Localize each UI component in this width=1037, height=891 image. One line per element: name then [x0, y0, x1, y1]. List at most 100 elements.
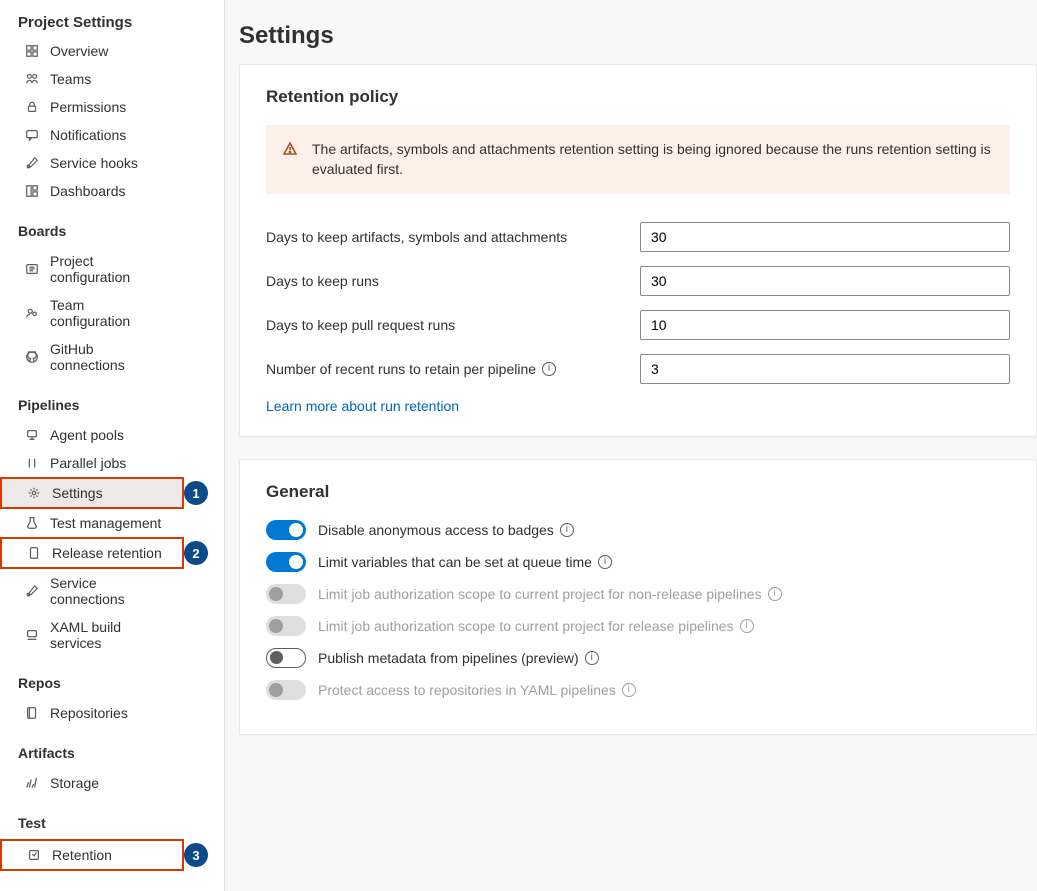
sidebar-item-retention[interactable]: Retention — [0, 839, 184, 871]
sidebar-item-release-retention[interactable]: Release retention — [0, 537, 184, 569]
test-icon — [24, 515, 40, 531]
toggle-label-text: Limit variables that can be set at queue… — [318, 554, 592, 570]
sidebar-item-label: GitHub connections — [50, 341, 166, 373]
toggle-label: Limit job authorization scope to current… — [318, 618, 754, 634]
toggle-label-text: Publish metadata from pipelines (preview… — [318, 650, 579, 666]
toggle-switch[interactable] — [266, 552, 306, 572]
sidebar-item-label: Overview — [50, 43, 108, 59]
sidebar-item-agent-pools[interactable]: Agent pools — [0, 421, 184, 449]
retention-label: Days to keep artifacts, symbols and atta… — [266, 229, 640, 245]
comment-icon — [24, 127, 40, 143]
sidebar-item-label: Dashboards — [50, 183, 126, 199]
info-icon[interactable]: i — [740, 619, 754, 633]
sidebar-item-teams[interactable]: Teams — [0, 65, 184, 93]
sidebar-item-service-hooks[interactable]: Service hooks — [0, 149, 184, 177]
sidebar-item-label: Test management — [50, 515, 161, 531]
sidebar-item-team-configuration[interactable]: Team configuration — [0, 291, 184, 335]
toggle-switch — [266, 680, 306, 700]
sidebar-item-permissions[interactable]: Permissions — [0, 93, 184, 121]
sidebar-item-service-connections[interactable]: Service connections — [0, 569, 184, 613]
toggle-row: Protect access to repositories in YAML p… — [266, 680, 1010, 700]
main-content: Settings Retention policy The artifacts,… — [225, 0, 1037, 891]
section-repos: Repos — [0, 657, 224, 699]
sidebar-item-overview[interactable]: Overview — [0, 37, 184, 65]
sidebar-item-label: Notifications — [50, 127, 126, 143]
tasks-icon — [24, 261, 40, 277]
github-icon — [24, 349, 40, 365]
retention-card: Retention policy The artifacts, symbols … — [239, 64, 1037, 437]
retention-label: Number of recent runs to retain per pipe… — [266, 361, 640, 377]
sidebar-item-parallel-jobs[interactable]: Parallel jobs — [0, 449, 184, 477]
callout-badge: 1 — [184, 481, 208, 505]
retention-input[interactable] — [640, 266, 1010, 296]
retention-row: Days to keep runs — [266, 266, 1010, 296]
sidebar-item-repositories[interactable]: Repositories — [0, 699, 184, 727]
retention-label: Days to keep pull request runs — [266, 317, 640, 333]
retention-row: Days to keep artifacts, symbols and atta… — [266, 222, 1010, 252]
retention-title: Retention policy — [266, 87, 1010, 107]
retention-icon — [26, 847, 42, 863]
parallel-icon — [24, 455, 40, 471]
alert-text: The artifacts, symbols and attachments r… — [312, 139, 994, 180]
sidebar-item-github-connections[interactable]: GitHub connections — [0, 335, 184, 379]
sidebar-item-label: Teams — [50, 71, 91, 87]
info-icon[interactable]: i — [768, 587, 782, 601]
toggle-row: Limit job authorization scope to current… — [266, 584, 1010, 604]
sidebar-item-settings[interactable]: Settings — [0, 477, 184, 509]
toggle-switch[interactable] — [266, 520, 306, 540]
toggle-label: Limit variables that can be set at queue… — [318, 554, 612, 570]
retention-input[interactable] — [640, 222, 1010, 252]
info-icon[interactable]: i — [585, 651, 599, 665]
agent-icon — [24, 427, 40, 443]
toggle-label: Limit job authorization scope to current… — [318, 586, 782, 602]
sidebar-item-storage[interactable]: Storage — [0, 769, 184, 797]
retention-input[interactable] — [640, 354, 1010, 384]
hook-icon — [24, 583, 40, 599]
sidebar-item-label: Settings — [52, 485, 103, 501]
sidebar-item-project-configuration[interactable]: Project configuration — [0, 247, 184, 291]
info-icon[interactable]: i — [560, 523, 574, 537]
gear-icon — [26, 485, 42, 501]
retention-input[interactable] — [640, 310, 1010, 340]
section-test: Test — [0, 797, 224, 839]
toggle-label-text: Protect access to repositories in YAML p… — [318, 682, 616, 698]
toggle-switch — [266, 616, 306, 636]
sidebar-item-xaml-build-services[interactable]: XAML build services — [0, 613, 184, 657]
general-card: General Disable anonymous access to badg… — [239, 459, 1037, 735]
retention-label-text: Number of recent runs to retain per pipe… — [266, 361, 536, 377]
toggle-row: Limit job authorization scope to current… — [266, 616, 1010, 636]
callout-badge: 3 — [184, 843, 208, 867]
toggle-row: Disable anonymous access to badgesi — [266, 520, 1010, 540]
section-artifacts: Artifacts — [0, 727, 224, 769]
sidebar-item-test-management[interactable]: Test management — [0, 509, 184, 537]
overview-icon — [24, 43, 40, 59]
sidebar-item-dashboards[interactable]: Dashboards — [0, 177, 184, 205]
retention-alert: The artifacts, symbols and attachments r… — [266, 125, 1010, 194]
sidebar-item-label: Permissions — [50, 99, 126, 115]
sidebar: Project Settings Overview Teams Permission… — [0, 0, 225, 891]
storage-icon — [24, 775, 40, 791]
retention-label: Days to keep runs — [266, 273, 640, 289]
sidebar-item-label: Project configuration — [50, 253, 166, 285]
sidebar-item-label: Storage — [50, 775, 99, 791]
toggle-row: Publish metadata from pipelines (preview… — [266, 648, 1010, 668]
info-icon[interactable]: i — [622, 683, 636, 697]
info-icon[interactable]: i — [542, 362, 556, 376]
repo-icon — [24, 705, 40, 721]
sidebar-item-notifications[interactable]: Notifications — [0, 121, 184, 149]
sidebar-item-label: Service connections — [50, 575, 166, 607]
sidebar-item-label: Parallel jobs — [50, 455, 126, 471]
retention-label-text: Days to keep pull request runs — [266, 317, 455, 333]
section-pipelines: Pipelines — [0, 379, 224, 421]
learn-more-link[interactable]: Learn more about run retention — [266, 398, 459, 414]
sidebar-item-label: Service hooks — [50, 155, 138, 171]
sidebar-item-label: Team configuration — [50, 297, 166, 329]
teamconf-icon — [24, 305, 40, 321]
sidebar-item-label: Repositories — [50, 705, 128, 721]
toggle-label-text: Limit job authorization scope to current… — [318, 586, 762, 602]
xaml-icon — [24, 627, 40, 643]
toggle-switch[interactable] — [266, 648, 306, 668]
sidebar-item-label: Agent pools — [50, 427, 124, 443]
info-icon[interactable]: i — [598, 555, 612, 569]
sidebar-title: Project Settings — [0, 14, 224, 37]
